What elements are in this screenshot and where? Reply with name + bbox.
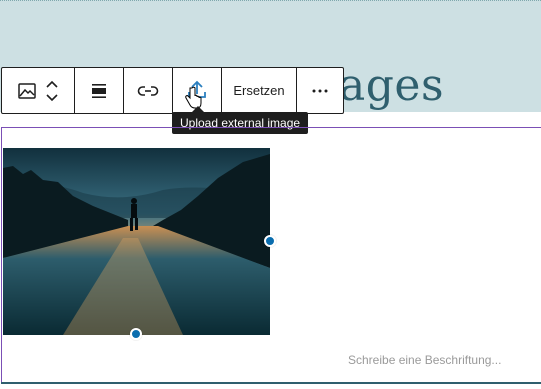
align-button[interactable] — [90, 82, 108, 100]
move-block-button[interactable] — [45, 78, 59, 104]
align-icon — [92, 83, 106, 98]
runner-photo — [3, 148, 270, 335]
link-icon — [137, 85, 159, 96]
image-block-image[interactable] — [3, 148, 270, 335]
image-block-type-button[interactable] — [17, 81, 37, 101]
block-type-group — [2, 68, 75, 113]
more-options-group — [297, 68, 343, 113]
link-group — [124, 68, 173, 113]
align-group — [75, 68, 124, 113]
block-toolbar: Ersetzen — [1, 67, 344, 114]
resize-handle-bottom[interactable] — [130, 328, 142, 340]
replace-button[interactable]: Ersetzen — [233, 83, 284, 98]
chevron-up-down-icon — [46, 80, 58, 101]
insert-link-button[interactable] — [137, 84, 159, 98]
resize-handle-right[interactable] — [264, 235, 276, 247]
image-icon — [18, 82, 36, 99]
more-icon — [312, 89, 328, 92]
replace-group: Ersetzen — [222, 68, 297, 113]
block-bottom-border — [1, 382, 541, 384]
heading-text[interactable]: ages — [339, 58, 444, 114]
more-options-button[interactable] — [311, 88, 329, 94]
caption-input[interactable]: Schreibe eine Beschriftung... — [348, 353, 501, 367]
